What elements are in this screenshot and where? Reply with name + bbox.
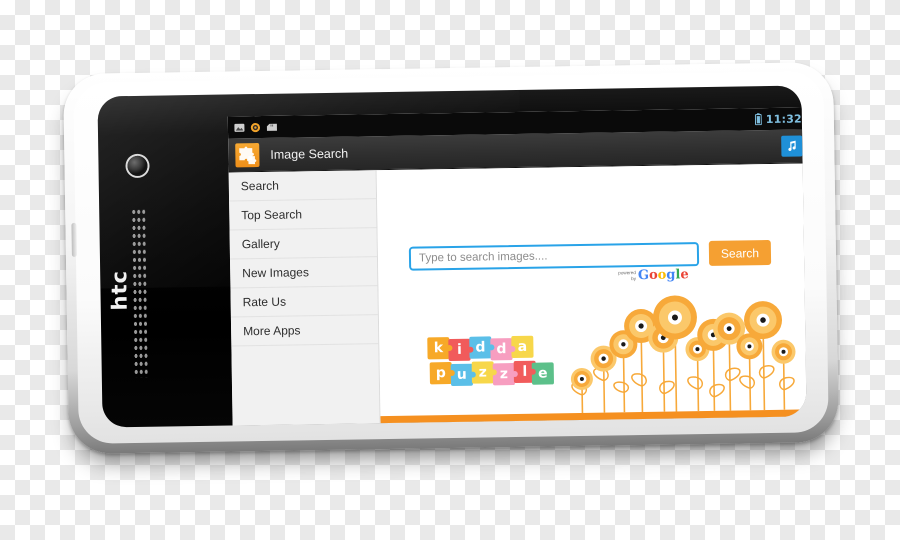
notification-icons xyxy=(234,121,278,133)
phone-bezel: htc 11:32 Image Search Search Top Search… xyxy=(97,85,807,428)
google-letter: g xyxy=(666,267,676,283)
sd-card-icon xyxy=(266,123,277,131)
sidebar-item-label: Gallery xyxy=(241,236,280,252)
canvas: htc 11:32 Image Search Search Top Search… xyxy=(0,0,900,540)
status-clock: 11:32 xyxy=(765,111,802,126)
puzzle-knob xyxy=(529,368,536,375)
device-screen: 11:32 Image Search Search Top Search Gal… xyxy=(227,107,807,428)
app-title: Image Search xyxy=(270,146,349,162)
puzzle-knob xyxy=(490,369,497,376)
download-icon xyxy=(250,122,261,132)
phone-body: htc 11:32 Image Search Search Top Search… xyxy=(71,71,829,444)
powered-by-label: powered by xyxy=(618,270,637,282)
puzzle-knob xyxy=(448,369,455,377)
htc-phone-device: htc 11:32 Image Search Search Top Search… xyxy=(63,61,839,455)
google-letter: o xyxy=(657,267,667,283)
google-wordmark: G o o g l e xyxy=(637,267,689,284)
content-area: Search powered by G o o xyxy=(376,163,807,428)
speaker-grille xyxy=(131,207,148,378)
app-body: Search Top Search Gallery New Images Rat… xyxy=(228,163,807,428)
bottom-orange-band xyxy=(380,409,807,428)
puzzle-knob xyxy=(469,371,476,378)
screenshot-icon xyxy=(234,123,245,132)
sidebar-item-top-search[interactable]: Top Search xyxy=(229,199,377,231)
status-right: 11:32 xyxy=(754,111,802,126)
puzzle-knob xyxy=(511,370,518,378)
kidda-puzzle-logo: k i d d a p u z z l e xyxy=(427,335,554,389)
puzzle-knob xyxy=(446,344,453,352)
sidebar-item-label: Search xyxy=(240,178,279,194)
sidebar-item-label: New Images xyxy=(242,265,310,281)
puzzle-knob xyxy=(509,345,516,353)
sidebar-item-new-images[interactable]: New Images xyxy=(229,257,378,289)
sidebar-item-label: More Apps xyxy=(243,323,301,339)
search-input[interactable] xyxy=(408,241,700,271)
sidebar-item-label: Rate Us xyxy=(242,294,287,310)
puzzle-knob xyxy=(467,346,474,353)
search-button[interactable]: Search xyxy=(708,239,772,266)
sidebar-item-rate-us[interactable]: Rate Us xyxy=(230,286,378,318)
battery-icon xyxy=(754,113,762,126)
sidebar-item-search[interactable]: Search xyxy=(228,170,377,202)
volume-key[interactable] xyxy=(71,222,77,257)
sidebar-item-gallery[interactable]: Gallery xyxy=(229,228,377,260)
google-letter: e xyxy=(680,267,689,283)
sidebar-item-more-apps[interactable]: More Apps xyxy=(230,315,379,347)
search-row: Search xyxy=(408,239,772,271)
navigation-drawer: Search Top Search Gallery New Images Rat… xyxy=(228,170,381,428)
sunflower-illustration xyxy=(563,291,807,413)
sidebar-item-label: Top Search xyxy=(241,207,303,223)
google-letter: G xyxy=(637,267,650,284)
powered-by-google: powered by G o o g l e xyxy=(618,267,689,284)
puzzle-app-icon xyxy=(235,142,260,167)
puzzle-knob xyxy=(488,344,495,351)
htc-brand-logo: htc xyxy=(107,269,132,311)
front-camera xyxy=(127,155,148,177)
google-letter: o xyxy=(648,267,658,283)
music-note-icon[interactable] xyxy=(781,135,803,157)
